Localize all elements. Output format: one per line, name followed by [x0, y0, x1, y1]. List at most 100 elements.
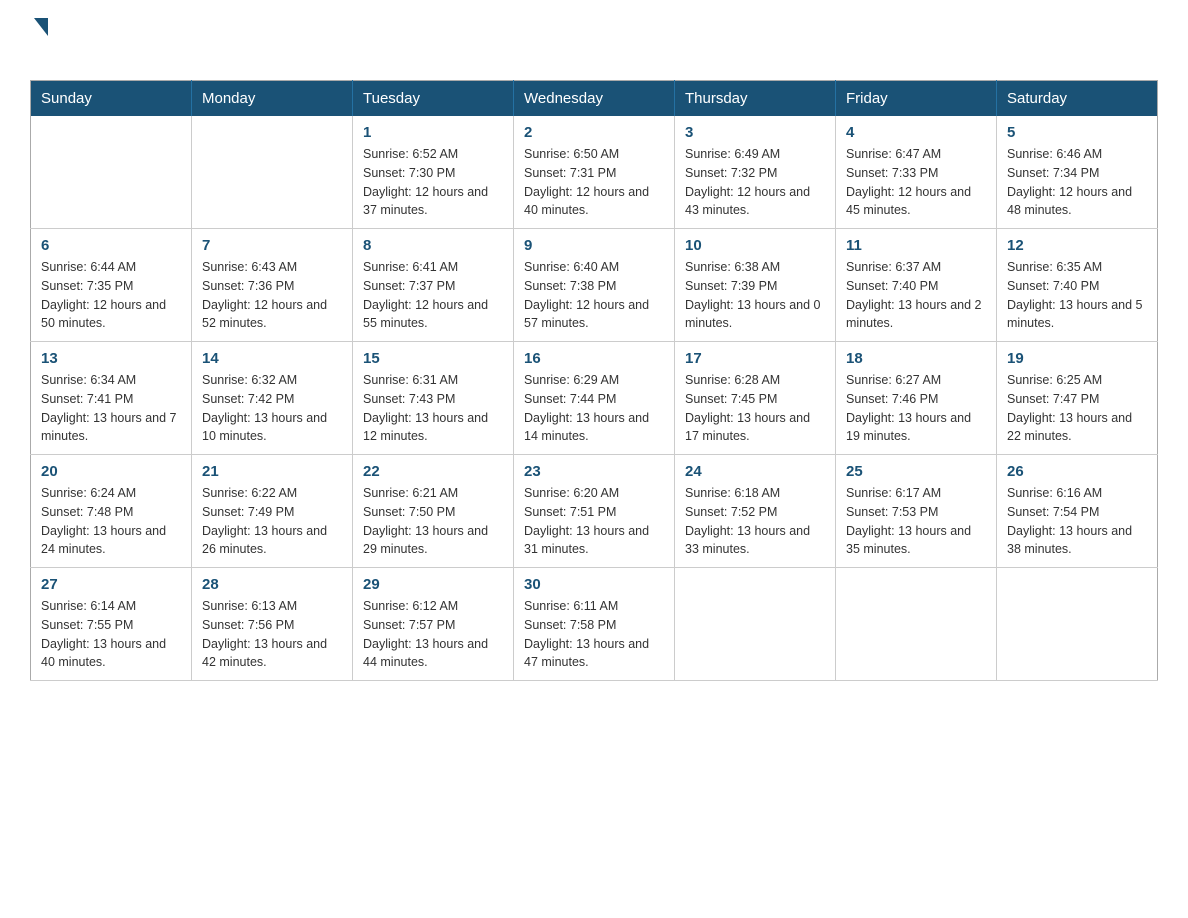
day-number: 29: [363, 576, 503, 593]
day-number: 14: [202, 350, 342, 367]
header-cell-saturday: Saturday: [997, 81, 1158, 117]
calendar-header: SundayMondayTuesdayWednesdayThursdayFrid…: [31, 81, 1158, 117]
header-cell-tuesday: Tuesday: [353, 81, 514, 117]
day-number: 25: [846, 463, 986, 480]
day-number: 12: [1007, 237, 1147, 254]
day-cell: 13 Sunrise: 6:34 AMSunset: 7:41 PMDayligh…: [31, 342, 192, 455]
day-cell: [675, 568, 836, 681]
day-cell: 15 Sunrise: 6:31 AMSunset: 7:43 PMDayligh…: [353, 342, 514, 455]
day-cell: 6 Sunrise: 6:44 AMSunset: 7:35 PMDaylight…: [31, 229, 192, 342]
day-number: 10: [685, 237, 825, 254]
day-info: Sunrise: 6:13 AMSunset: 7:56 PMDaylight:…: [202, 597, 342, 672]
day-info: Sunrise: 6:12 AMSunset: 7:57 PMDaylight:…: [363, 597, 503, 672]
logo-arrow-icon: [34, 18, 48, 36]
day-info: Sunrise: 6:35 AMSunset: 7:40 PMDaylight:…: [1007, 258, 1147, 333]
day-cell: 29 Sunrise: 6:12 AMSunset: 7:57 PMDayligh…: [353, 568, 514, 681]
day-number: 23: [524, 463, 664, 480]
day-number: 22: [363, 463, 503, 480]
day-cell: 28 Sunrise: 6:13 AMSunset: 7:56 PMDayligh…: [192, 568, 353, 681]
day-info: Sunrise: 6:14 AMSunset: 7:55 PMDaylight:…: [41, 597, 181, 672]
day-info: Sunrise: 6:11 AMSunset: 7:58 PMDaylight:…: [524, 597, 664, 672]
header-cell-friday: Friday: [836, 81, 997, 117]
day-info: Sunrise: 6:50 AMSunset: 7:31 PMDaylight:…: [524, 145, 664, 220]
day-info: Sunrise: 6:49 AMSunset: 7:32 PMDaylight:…: [685, 145, 825, 220]
day-info: Sunrise: 6:37 AMSunset: 7:40 PMDaylight:…: [846, 258, 986, 333]
week-row-1: 1Sunrise: 6:52 AMSunset: 7:30 PMDaylight…: [31, 116, 1158, 229]
day-number: 13: [41, 350, 181, 367]
day-number: 7: [202, 237, 342, 254]
day-cell: 22 Sunrise: 6:21 AMSunset: 7:50 PMDayligh…: [353, 455, 514, 568]
day-cell: 25 Sunrise: 6:17 AMSunset: 7:53 PMDayligh…: [836, 455, 997, 568]
day-info: Sunrise: 6:21 AMSunset: 7:50 PMDaylight:…: [363, 484, 503, 559]
day-cell: 8Sunrise: 6:41 AMSunset: 7:37 PMDaylight…: [353, 229, 514, 342]
day-cell: 21 Sunrise: 6:22 AMSunset: 7:49 PMDayligh…: [192, 455, 353, 568]
day-number: 5: [1007, 124, 1147, 141]
logo-line2: [32, 36, 48, 62]
day-number: 11: [846, 237, 986, 254]
day-info: Sunrise: 6:41 AMSunset: 7:37 PMDaylight:…: [363, 258, 503, 333]
day-cell: [192, 116, 353, 229]
day-cell: 12 Sunrise: 6:35 AMSunset: 7:40 PMDayligh…: [997, 229, 1158, 342]
day-info: Sunrise: 6:28 AMSunset: 7:45 PMDaylight:…: [685, 371, 825, 446]
day-number: 16: [524, 350, 664, 367]
day-info: Sunrise: 6:20 AMSunset: 7:51 PMDaylight:…: [524, 484, 664, 559]
calendar-table: SundayMondayTuesdayWednesdayThursdayFrid…: [30, 80, 1158, 681]
day-number: 2: [524, 124, 664, 141]
calendar-body: 1Sunrise: 6:52 AMSunset: 7:30 PMDaylight…: [31, 116, 1158, 681]
day-cell: 3 Sunrise: 6:49 AMSunset: 7:32 PMDaylight…: [675, 116, 836, 229]
day-cell: 18 Sunrise: 6:27 AMSunset: 7:46 PMDayligh…: [836, 342, 997, 455]
day-info: Sunrise: 6:29 AMSunset: 7:44 PMDaylight:…: [524, 371, 664, 446]
day-number: 28: [202, 576, 342, 593]
day-cell: 24 Sunrise: 6:18 AMSunset: 7:52 PMDayligh…: [675, 455, 836, 568]
day-cell: 26 Sunrise: 6:16 AMSunset: 7:54 PMDayligh…: [997, 455, 1158, 568]
day-cell: 5 Sunrise: 6:46 AMSunset: 7:34 PMDaylight…: [997, 116, 1158, 229]
day-cell: [836, 568, 997, 681]
day-number: 3: [685, 124, 825, 141]
day-number: 27: [41, 576, 181, 593]
header-cell-thursday: Thursday: [675, 81, 836, 117]
day-info: Sunrise: 6:44 AMSunset: 7:35 PMDaylight:…: [41, 258, 181, 333]
header-cell-wednesday: Wednesday: [514, 81, 675, 117]
day-info: Sunrise: 6:31 AMSunset: 7:43 PMDaylight:…: [363, 371, 503, 446]
day-number: 6: [41, 237, 181, 254]
day-info: Sunrise: 6:46 AMSunset: 7:34 PMDaylight:…: [1007, 145, 1147, 220]
day-info: Sunrise: 6:25 AMSunset: 7:47 PMDaylight:…: [1007, 371, 1147, 446]
day-info: Sunrise: 6:17 AMSunset: 7:53 PMDaylight:…: [846, 484, 986, 559]
day-number: 26: [1007, 463, 1147, 480]
week-row-2: 6 Sunrise: 6:44 AMSunset: 7:35 PMDaylight…: [31, 229, 1158, 342]
day-cell: 19 Sunrise: 6:25 AMSunset: 7:47 PMDayligh…: [997, 342, 1158, 455]
day-number: 20: [41, 463, 181, 480]
day-info: Sunrise: 6:32 AMSunset: 7:42 PMDaylight:…: [202, 371, 342, 446]
day-cell: 14 Sunrise: 6:32 AMSunset: 7:42 PMDayligh…: [192, 342, 353, 455]
day-number: 24: [685, 463, 825, 480]
week-row-3: 13 Sunrise: 6:34 AMSunset: 7:41 PMDayligh…: [31, 342, 1158, 455]
day-number: 15: [363, 350, 503, 367]
day-info: Sunrise: 6:43 AMSunset: 7:36 PMDaylight:…: [202, 258, 342, 333]
day-cell: 10 Sunrise: 6:38 AMSunset: 7:39 PMDayligh…: [675, 229, 836, 342]
day-cell: 4Sunrise: 6:47 AMSunset: 7:33 PMDaylight…: [836, 116, 997, 229]
day-info: Sunrise: 6:22 AMSunset: 7:49 PMDaylight:…: [202, 484, 342, 559]
day-info: Sunrise: 6:18 AMSunset: 7:52 PMDaylight:…: [685, 484, 825, 559]
day-number: 21: [202, 463, 342, 480]
day-info: Sunrise: 6:34 AMSunset: 7:41 PMDaylight:…: [41, 371, 181, 446]
day-info: Sunrise: 6:24 AMSunset: 7:48 PMDaylight:…: [41, 484, 181, 559]
week-row-5: 27 Sunrise: 6:14 AMSunset: 7:55 PMDayligh…: [31, 568, 1158, 681]
day-cell: 7 Sunrise: 6:43 AMSunset: 7:36 PMDaylight…: [192, 229, 353, 342]
day-cell: [997, 568, 1158, 681]
day-info: Sunrise: 6:52 AMSunset: 7:30 PMDaylight:…: [363, 145, 503, 220]
day-cell: 17 Sunrise: 6:28 AMSunset: 7:45 PMDayligh…: [675, 342, 836, 455]
week-row-4: 20 Sunrise: 6:24 AMSunset: 7:48 PMDayligh…: [31, 455, 1158, 568]
day-cell: [31, 116, 192, 229]
day-number: 9: [524, 237, 664, 254]
day-info: Sunrise: 6:16 AMSunset: 7:54 PMDaylight:…: [1007, 484, 1147, 559]
day-cell: 27 Sunrise: 6:14 AMSunset: 7:55 PMDayligh…: [31, 568, 192, 681]
day-number: 17: [685, 350, 825, 367]
day-info: Sunrise: 6:47 AMSunset: 7:33 PMDaylight:…: [846, 145, 986, 220]
day-cell: 30Sunrise: 6:11 AMSunset: 7:58 PMDayligh…: [514, 568, 675, 681]
header-cell-sunday: Sunday: [31, 81, 192, 117]
day-number: 18: [846, 350, 986, 367]
day-info: Sunrise: 6:40 AMSunset: 7:38 PMDaylight:…: [524, 258, 664, 333]
day-info: Sunrise: 6:27 AMSunset: 7:46 PMDaylight:…: [846, 371, 986, 446]
day-number: 19: [1007, 350, 1147, 367]
day-info: Sunrise: 6:38 AMSunset: 7:39 PMDaylight:…: [685, 258, 825, 333]
